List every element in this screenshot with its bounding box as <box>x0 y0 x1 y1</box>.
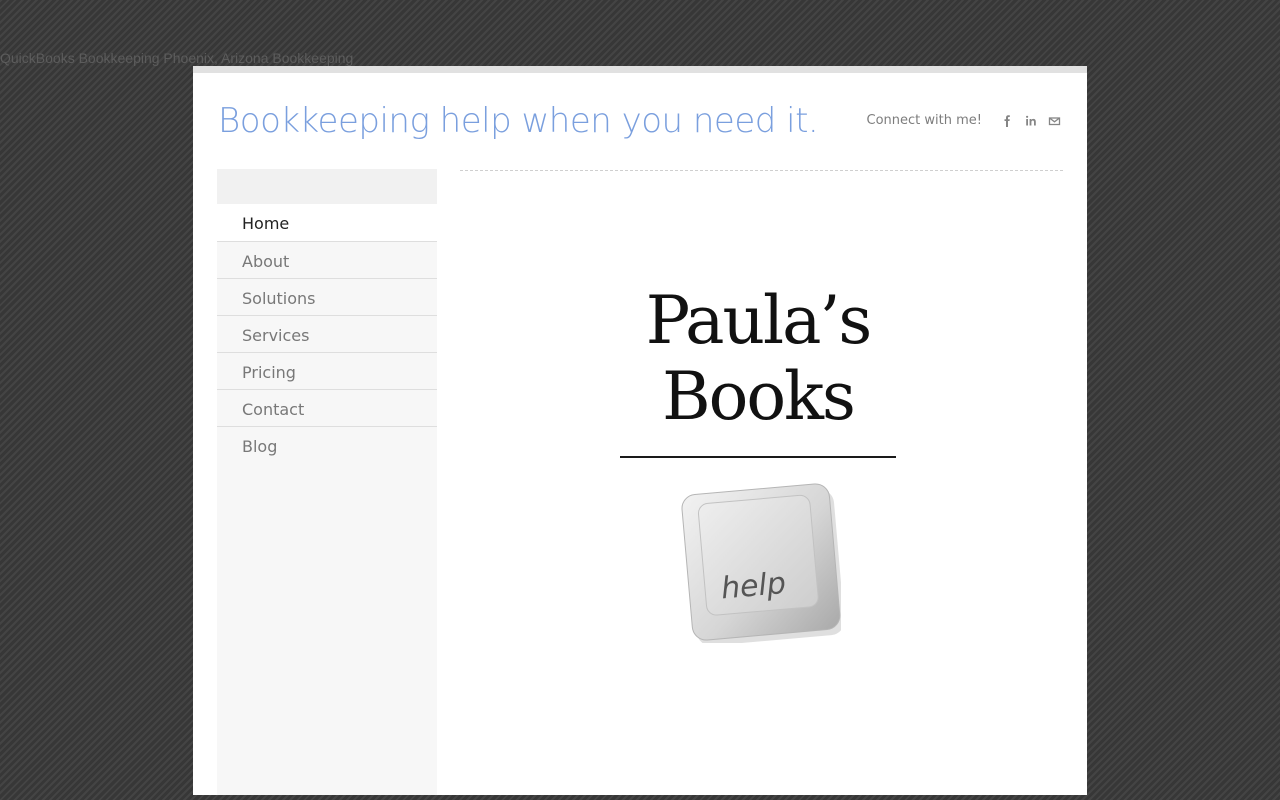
logo-rule <box>620 456 896 458</box>
help-key-label: help <box>720 566 788 607</box>
nav-item-solutions[interactable]: Solutions <box>217 279 437 316</box>
sidebar-nav: Home About Solutions Services Pricing Co… <box>217 169 437 795</box>
nav-item-home[interactable]: Home <box>217 204 437 242</box>
page-seo-title: QuickBooks Bookkeeping Phoenix, Arizona … <box>0 50 354 66</box>
logo-line-2: Books <box>662 358 856 435</box>
nav-item-services[interactable]: Services <box>217 316 437 353</box>
nav-item-contact[interactable]: Contact <box>217 390 437 427</box>
nav-item-blog[interactable]: Blog <box>217 427 437 464</box>
sidebar-spacer <box>217 169 437 204</box>
site-title[interactable]: Bookkeeping help when you need it. <box>218 101 819 141</box>
connect-text: Connect with me! <box>866 113 982 128</box>
nav-item-about[interactable]: About <box>217 242 437 279</box>
paulas-books-logo: Paula’s Books <box>620 283 896 435</box>
logo-line-1: Paula’s <box>645 282 873 359</box>
facebook-icon[interactable] <box>1002 114 1013 128</box>
header-divider <box>460 170 1063 171</box>
email-icon[interactable] <box>1048 114 1061 128</box>
linkedin-icon[interactable] <box>1025 114 1036 128</box>
help-key-image: help <box>681 483 845 646</box>
nav-item-pricing[interactable]: Pricing <box>217 353 437 390</box>
site-container: Bookkeeping help when you need it. Conne… <box>193 66 1087 795</box>
connect-bar: Connect with me! <box>866 113 1061 128</box>
